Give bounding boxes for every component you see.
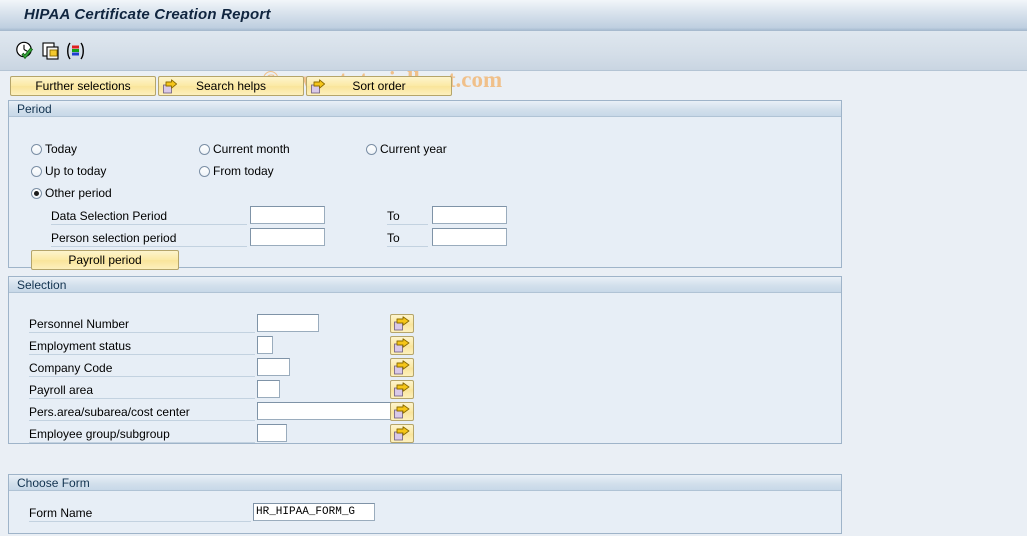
personnel-number-label: Personnel Number (29, 317, 130, 331)
person-selection-period-to-input[interactable] (432, 228, 507, 246)
execute-icon[interactable] (14, 40, 36, 62)
radio-today[interactable]: Today (31, 143, 77, 156)
label-underline (51, 246, 247, 247)
search-helps-label: Search helps (195, 79, 267, 93)
choose-form-panel-header: Choose Form (9, 475, 841, 491)
radio-circle-icon (31, 144, 42, 155)
radio-up-to-today-label: Up to today (45, 164, 107, 178)
radio-current-month[interactable]: Current month (199, 143, 290, 156)
radio-other-period-label: Other period (45, 186, 112, 200)
employee-group-subgroup-multiple-selection-button[interactable] (390, 424, 414, 443)
page-title: HIPAA Certificate Creation Report (24, 6, 271, 23)
employment-status-multiple-selection-button[interactable] (390, 336, 414, 355)
radio-other-period[interactable]: Other period (31, 187, 112, 200)
arrow-right-icon (163, 79, 178, 94)
label-underline (29, 376, 255, 377)
selection-screen-button-row: Further selections Search helps Sort ord… (0, 71, 1027, 98)
employment-status-label: Employment status (29, 339, 132, 353)
label-underline (29, 420, 255, 421)
pers-area-subarea-cost-center-label: Pers.area/subarea/cost center (29, 405, 190, 419)
choose-form-panel-body: Form Name (9, 491, 841, 533)
company-code-input[interactable] (257, 358, 290, 376)
variant-icon[interactable] (64, 40, 86, 62)
payroll-period-label: Payroll period (68, 253, 142, 267)
pers-area-subarea-cost-center-input[interactable] (257, 402, 392, 420)
label-underline (29, 521, 251, 522)
data-selection-period-label: Data Selection Period (51, 209, 168, 223)
data-selection-period-to-input[interactable] (432, 206, 507, 224)
radio-from-today-label: From today (213, 164, 274, 178)
employee-group-subgroup-input[interactable] (257, 424, 287, 442)
form-name-label: Form Name (29, 506, 93, 520)
label-underline (29, 442, 255, 443)
payroll-area-label: Payroll area (29, 383, 94, 397)
selection-panel-body: Personnel Number Employment status Compa… (9, 293, 841, 443)
further-selections-button[interactable]: Further selections (10, 76, 156, 96)
radio-current-year-label: Current year (380, 142, 447, 156)
further-selections-label: Further selections (35, 79, 131, 93)
radio-today-label: Today (45, 142, 78, 156)
person-selection-period-label: Person selection period (51, 231, 177, 245)
personnel-number-input[interactable] (257, 314, 319, 332)
sort-order-button[interactable]: Sort order (306, 76, 452, 96)
selection-panel: Selection Personnel Number Employment st… (8, 276, 842, 444)
payroll-area-multiple-selection-button[interactable] (390, 380, 414, 399)
selection-panel-header: Selection (9, 277, 841, 293)
company-code-label: Company Code (29, 361, 113, 375)
copy-icon[interactable] (40, 40, 62, 62)
radio-circle-icon (31, 188, 42, 199)
label-underline (387, 224, 428, 225)
radio-circle-icon (199, 166, 210, 177)
radio-circle-icon (31, 166, 42, 177)
window-title-bar: HIPAA Certificate Creation Report (0, 0, 1027, 31)
label-underline (387, 246, 428, 247)
company-code-multiple-selection-button[interactable] (390, 358, 414, 377)
sort-order-label: Sort order (352, 79, 406, 93)
payroll-area-input[interactable] (257, 380, 280, 398)
employment-status-input[interactable] (257, 336, 273, 354)
label-underline (29, 332, 255, 333)
period-panel-header: Period (9, 101, 841, 117)
radio-up-to-today[interactable]: Up to today (31, 165, 106, 178)
form-name-input[interactable] (253, 503, 375, 521)
employee-group-subgroup-label: Employee group/subgroup (29, 427, 170, 441)
period-panel: Period Today Current month Current year … (8, 100, 842, 270)
radio-circle-icon (199, 144, 210, 155)
toolbar: © www.tutorialkart.com (0, 31, 1027, 92)
person-selection-period-to-label: To (387, 231, 400, 245)
choose-form-panel: Choose Form Form Name (8, 474, 842, 534)
period-panel-body: Today Current month Current year Up to t… (9, 117, 841, 270)
label-underline (51, 224, 247, 225)
radio-circle-icon (366, 144, 377, 155)
data-selection-period-from-input[interactable] (250, 206, 325, 224)
data-selection-period-to-label: To (387, 209, 400, 223)
person-selection-period-from-input[interactable] (250, 228, 325, 246)
pers-area-subarea-cost-center-multiple-selection-button[interactable] (390, 402, 414, 421)
label-underline (29, 398, 255, 399)
personnel-number-multiple-selection-button[interactable] (390, 314, 414, 333)
radio-current-month-label: Current month (213, 142, 290, 156)
search-helps-button[interactable]: Search helps (158, 76, 304, 96)
label-underline (29, 354, 255, 355)
payroll-period-button[interactable]: Payroll period (31, 250, 179, 270)
radio-current-year[interactable]: Current year (366, 143, 447, 156)
arrow-right-icon (311, 79, 326, 94)
radio-from-today[interactable]: From today (199, 165, 274, 178)
